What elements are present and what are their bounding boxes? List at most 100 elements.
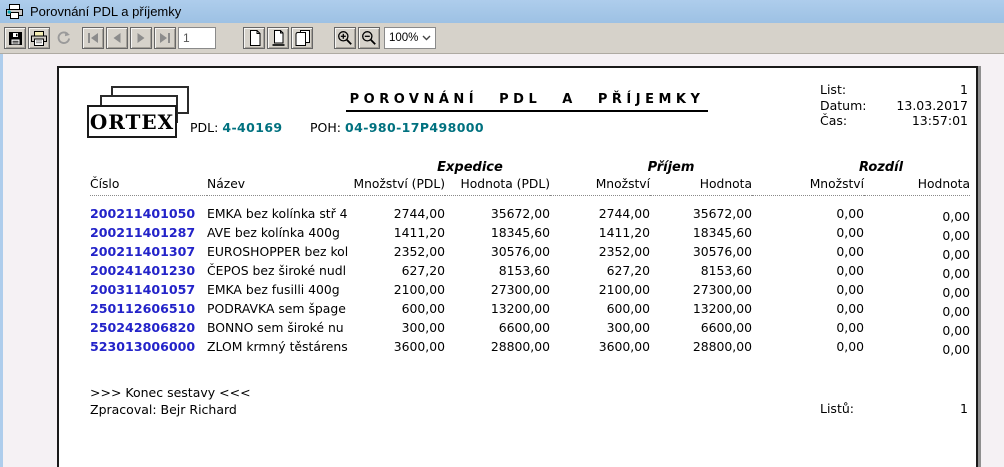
chevron-down-icon [422, 35, 431, 41]
item-value: 3600,00 [550, 337, 650, 356]
pdl-line: PDL:4-40169 [190, 120, 283, 135]
item-value: 6600,00 [650, 318, 752, 337]
table-body: 200211401050EMKA bez kolínka stř 42744,0… [90, 196, 970, 357]
table-row: 523013006000ZLOM krmný těstárens3600,002… [90, 337, 970, 356]
report-preview-area: ORTEX PDL:4-40169 POH:04-980-17P498000 P… [0, 54, 1004, 467]
sheets-label: Listů: [820, 401, 854, 416]
item-number: 250112606510 [90, 299, 207, 318]
end-of-report-text: >>> Konec sestavy <<< [90, 385, 251, 402]
item-value: 35672,00 [650, 196, 752, 224]
item-name: EMKA bez fusilli 400g [207, 280, 350, 299]
item-value: 2100,00 [350, 280, 445, 299]
item-value: 30576,00 [650, 242, 752, 261]
pdl-label: PDL: [190, 120, 218, 135]
item-value: 18345,60 [445, 223, 550, 242]
item-value: 27300,00 [445, 280, 550, 299]
single-page-icon [247, 30, 262, 46]
item-value: 13200,00 [650, 299, 752, 318]
column-header-hodnota-rozdil: Hodnota [864, 175, 970, 196]
item-value: 0,00 [864, 340, 970, 359]
group-header-expedice: Expedice [350, 160, 550, 175]
page-width-icon [271, 30, 286, 46]
item-value: 0,00 [864, 264, 970, 283]
item-value: 2352,00 [550, 242, 650, 261]
whole-page-view-button[interactable] [291, 27, 313, 49]
datum-label: Datum: [820, 98, 867, 114]
zoom-out-button[interactable] [358, 27, 380, 49]
table-row: 200211401050EMKA bez kolínka stř 42744,0… [90, 196, 970, 224]
group-header-prijem: Příjem [550, 160, 752, 175]
first-page-button[interactable] [82, 27, 104, 49]
report-page: ORTEX PDL:4-40169 POH:04-980-17P498000 P… [57, 66, 978, 467]
item-value: 0,00 [864, 321, 970, 340]
report-preview-window: Porovnání PDL a příjemky [0, 0, 1004, 467]
group-header-row: Expedice Příjem Rozdíl [90, 160, 970, 175]
item-value: 0,00 [864, 283, 970, 302]
column-header-hodnota-prijem: Hodnota [650, 175, 752, 196]
previous-page-button[interactable] [106, 27, 128, 49]
item-value: 0,00 [752, 196, 864, 224]
item-number: 200211401307 [90, 242, 207, 261]
page-number-input[interactable] [178, 27, 216, 49]
save-button[interactable] [4, 27, 26, 49]
list-label: List: [820, 82, 846, 98]
column-header-cislo: Číslo [90, 175, 207, 196]
print-button[interactable] [28, 27, 50, 49]
page-width-view-button[interactable] [267, 27, 289, 49]
item-value: 0,00 [864, 199, 970, 227]
magnifier-plus-icon [337, 30, 353, 46]
item-value: 6600,00 [445, 318, 550, 337]
item-number: 200211401050 [90, 196, 207, 224]
item-value: 2352,00 [350, 242, 445, 261]
window-title: Porovnání PDL a příjemky [30, 4, 181, 19]
item-value: 27300,00 [650, 280, 752, 299]
item-value: 3600,00 [350, 337, 445, 356]
sheets-count: Listů: 1 [820, 401, 968, 416]
single-page-view-button[interactable] [243, 27, 265, 49]
item-value: 1411,20 [550, 223, 650, 242]
item-value: 0,00 [752, 261, 864, 280]
item-value: 0,00 [864, 245, 970, 264]
item-value: 1411,20 [350, 223, 445, 242]
column-header-mnozstvi-rozdil: Množství [752, 175, 864, 196]
meta-list: List: 1 [820, 82, 968, 98]
item-value: 2100,00 [550, 280, 650, 299]
item-value: 0,00 [864, 226, 970, 245]
item-value: 28800,00 [650, 337, 752, 356]
table-row: 200241401230ČEPOS bez široké nudl 627,208… [90, 261, 970, 280]
whole-page-icon [295, 30, 310, 46]
list-value: 1 [960, 82, 968, 98]
window-titlebar[interactable]: Porovnání PDL a příjemky [0, 0, 1004, 23]
report-meta: List: 1 Datum: 13.03.2017 Čas: 13:57:01 [820, 82, 968, 129]
last-page-button[interactable] [154, 27, 176, 49]
item-value: 8153,60 [650, 261, 752, 280]
sheets-value: 1 [960, 401, 968, 416]
printer-icon [31, 31, 47, 46]
datum-value: 13.03.2017 [896, 98, 968, 114]
item-number: 200241401230 [90, 261, 207, 280]
item-number: 250242806820 [90, 318, 207, 337]
item-number: 523013006000 [90, 337, 207, 356]
poh-value: 04-980-17P498000 [345, 120, 484, 135]
printer-icon [6, 4, 23, 19]
comparison-table: Expedice Příjem Rozdíl Číslo Název Množs… [90, 160, 970, 356]
last-page-icon [159, 33, 171, 43]
next-page-button[interactable] [130, 27, 152, 49]
item-value: 0,00 [752, 242, 864, 261]
column-header-nazev: Název [207, 175, 350, 196]
report-footer: >>> Konec sestavy <<< Zpracoval: Bejr Ri… [90, 385, 251, 418]
cas-value: 13:57:01 [912, 113, 968, 129]
zoom-in-button[interactable] [334, 27, 356, 49]
zoom-level-select[interactable]: 100% [384, 27, 436, 49]
item-value: 2744,00 [550, 196, 650, 224]
refresh-button[interactable] [52, 27, 74, 49]
column-header-mnozstvi-prijem: Množství [550, 175, 650, 196]
item-value: 2744,00 [350, 196, 445, 224]
table-row: 250242806820BONNO sem široké nu300,00660… [90, 318, 970, 337]
item-value: 627,20 [550, 261, 650, 280]
item-number: 200311401057 [90, 280, 207, 299]
item-name: ČEPOS bez široké nudl [207, 261, 350, 280]
table-row: 200211401287AVE bez kolínka 400g1411,201… [90, 223, 970, 242]
first-page-icon [87, 33, 99, 43]
item-name: ZLOM krmný těstárens [207, 337, 350, 356]
